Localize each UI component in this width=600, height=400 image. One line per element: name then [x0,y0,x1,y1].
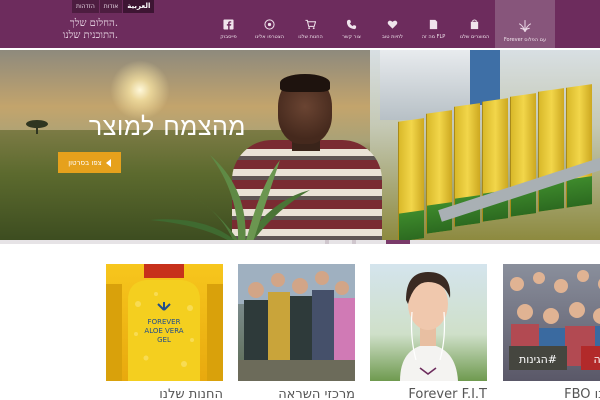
woman-headphones-photo [370,264,487,381]
product-box [566,84,592,208]
top-utility-links: הזדהות אודות العربية [72,0,155,13]
slider-dot[interactable] [352,240,356,244]
card-title[interactable]: מרכזי השראה [238,387,355,400]
product-box [398,118,424,240]
hikers-illustration [238,264,355,381]
card-title[interactable]: FBO שלנו [503,387,600,400]
product-box [538,88,564,212]
tagline-line-1: החלום שלך. [69,18,118,29]
bottle-brand-text: FOREVER [148,318,181,326]
nav-label: החנות שלנו [298,34,323,40]
farmer-hair [280,74,330,92]
hero-banner[interactable]: מהצמח למוצר צפו בסרטון [0,50,600,240]
play-triangle-icon [105,158,111,167]
card-inspiration-centers[interactable]: מרכזי השראה [238,264,355,400]
cart-icon [305,19,316,30]
tagline-line-2: התוכנית שלנו. [62,30,118,41]
site-tagline[interactable]: החלום שלך. התוכנית שלנו. [48,18,118,42]
arabic-language-link[interactable]: العربية [123,0,155,13]
bottle-product-text: ALOE VERA [144,327,183,335]
watch-video-button[interactable]: צפו בסרטון [58,152,121,173]
group-hikers-photo [238,264,355,381]
nav-label: לחיות טוב [382,34,403,40]
hero-button-label: צפו בסרטון [68,158,102,167]
sun-glow [110,60,170,120]
nav-label: פייסבוק [220,34,237,40]
plus-leaf-icon [518,20,532,33]
slider-dot[interactable] [325,240,329,244]
facebook-icon [223,19,234,30]
bottle-type-text: GEL [157,336,171,344]
nav-label: מה זה FLP [421,34,446,40]
phone-icon [346,19,357,30]
aloe-plant [150,155,310,240]
document-icon [429,19,438,30]
nav-item-join-us[interactable]: הצטרפו אלינו [249,0,290,48]
card-our-store[interactable]: FOREVER ALOE VERA GEL החנות שלנו [106,264,223,400]
nav-item-what-is-flp[interactable]: מה זה FLP [413,0,454,48]
feature-cards: הגינות# קה FBO שלנו Forever F.I.T [0,264,600,400]
nav-item-our-store[interactable]: החנות שלנו [290,0,331,48]
crowd-people-photo: הגינות# קה [503,264,600,381]
nav-label: הצטרפו אלינו [254,34,285,40]
nav-item-products[interactable]: המוצרים שלנו [454,0,495,48]
target-icon [264,19,275,30]
bottle-illustration: FOREVER ALOE VERA GEL [106,264,223,381]
nav-label: המוצרים שלנו [459,34,490,40]
nav-item-contact[interactable]: צור קשר [331,0,372,48]
distant-tree-trunk [36,126,38,134]
slider-pagination [0,240,600,244]
sign-text-2: קה [594,353,600,366]
card-title[interactable]: החנות שלנו [106,387,223,400]
slider-dot-active[interactable] [386,240,410,244]
nav-label: Forever עם הפלוס [503,37,547,43]
aloe-vera-gel-bottle-photo: FOREVER ALOE VERA GEL [106,264,223,381]
nav-label: צור קשר [342,34,361,40]
card-title[interactable]: Forever F.I.T [370,387,487,400]
sign-text: הגינות# [519,353,557,366]
card-forever-fit[interactable]: Forever F.I.T [370,264,487,400]
nav-item-facebook[interactable]: פייסבוק [208,0,249,48]
factory-pipe [470,50,500,105]
nav-item-forever-plus[interactable]: Forever עם הפלוס [495,0,555,48]
woman-illustration [400,272,458,381]
heart-icon [387,20,398,29]
about-link[interactable]: אודות [99,0,123,13]
crowd-illustration: הגינות# קה [509,270,600,370]
hero-title: מהצמח למוצר [88,112,246,141]
site-header: הזדהות אודות العربية החלום שלך. התוכנית … [0,0,600,48]
bag-icon [470,19,479,30]
nav-item-live-well[interactable]: לחיות טוב [372,0,413,48]
login-link[interactable]: הזדהות [72,0,99,13]
main-navigation: Forever עם הפלוס המוצרים שלנו מה זה FLP … [208,0,555,48]
card-fbo[interactable]: הגינות# קה FBO שלנו [503,264,600,400]
